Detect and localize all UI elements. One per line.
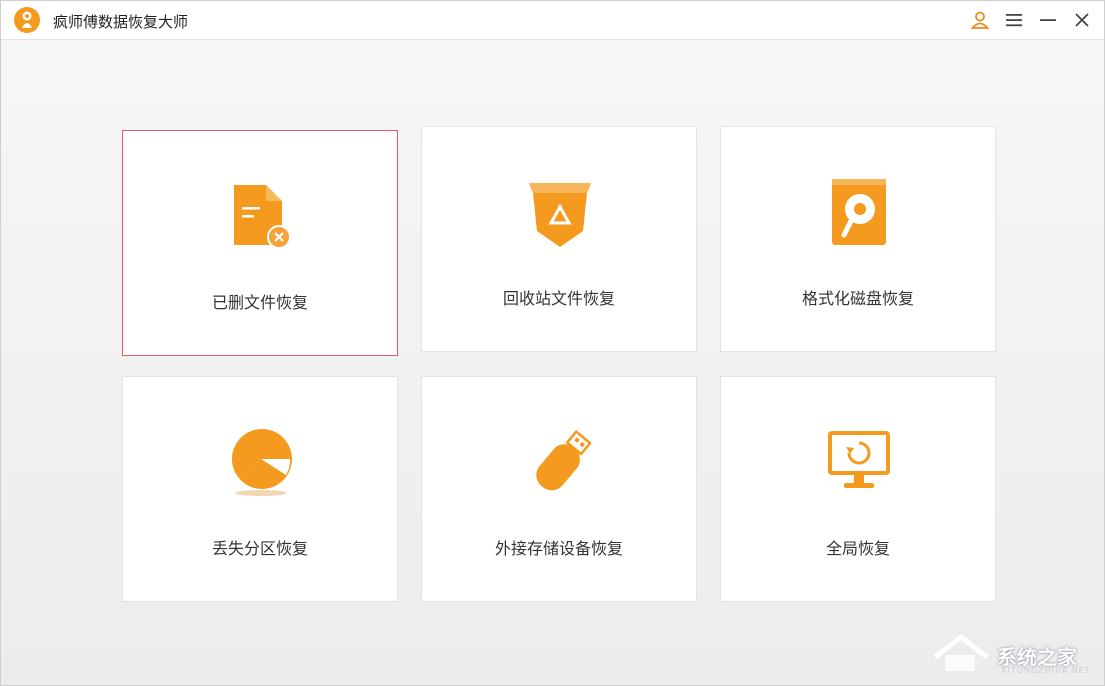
minimize-icon	[1040, 19, 1056, 21]
app-window: 疯师傅数据恢复大师 已删文件恢复 回收站文件恢复 格式化磁盘恢复 丢失分区恢复 …	[0, 0, 1105, 686]
recycle-bin-icon	[529, 183, 591, 247]
formatted-disk-icon	[832, 179, 886, 245]
card-label: 格式化磁盘恢复	[801, 289, 914, 308]
close-icon	[1075, 13, 1089, 27]
minimize-button[interactable]	[1036, 8, 1060, 32]
app-title: 疯师傅数据恢复大师	[53, 13, 189, 31]
card-label: 回收站文件恢复	[502, 289, 615, 308]
watermark-house-icon	[933, 633, 989, 671]
deleted-file-icon	[234, 185, 291, 249]
title-bar[interactable]: 疯师傅数据恢复大师	[1, 1, 1104, 40]
close-button[interactable]	[1070, 8, 1094, 32]
hamburger-menu-icon	[1006, 14, 1022, 27]
card-label: 全局恢复	[825, 539, 890, 558]
card-deleted-file-recovery[interactable]: 已删文件恢复	[122, 130, 398, 356]
menu-button[interactable]	[1002, 8, 1026, 32]
app-logo-icon	[14, 7, 40, 33]
card-external-storage-recovery[interactable]: 外接存储设备恢复	[421, 376, 697, 602]
user-button[interactable]	[968, 8, 992, 32]
pie-partition-icon	[231, 428, 292, 496]
card-format-disk-recovery[interactable]: 格式化磁盘恢复	[720, 126, 996, 352]
card-global-recovery[interactable]: 全局恢复	[720, 376, 996, 602]
monitor-restore-icon	[828, 431, 890, 488]
user-icon	[970, 11, 990, 29]
usb-drive-icon	[536, 429, 592, 491]
card-recycle-bin-recovery[interactable]: 回收站文件恢复	[421, 126, 697, 352]
card-lost-partition-recovery[interactable]: 丢失分区恢复	[122, 376, 398, 602]
card-label: 丢失分区恢复	[211, 539, 308, 558]
watermark-subtext: XITONGZHIJIA.NET	[1001, 666, 1091, 675]
card-label: 已删文件恢复	[211, 293, 308, 312]
card-label: 外接存储设备恢复	[494, 539, 623, 558]
